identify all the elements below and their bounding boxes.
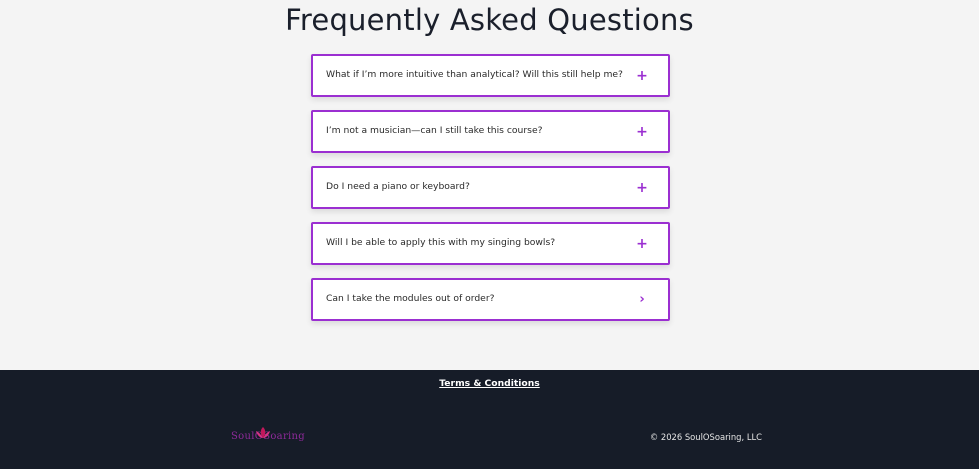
terms-link[interactable]: Terms & Conditions: [439, 378, 539, 389]
terms-container: Terms & Conditions: [0, 378, 979, 389]
lotus-icon: [256, 427, 270, 438]
faq-item[interactable]: Will I be able to apply this with my sin…: [311, 222, 670, 265]
plus-icon[interactable]: +: [635, 179, 649, 197]
faq-question: Do I need a piano or keyboard?: [326, 181, 470, 192]
faq-title: Frequently Asked Questions: [285, 3, 694, 37]
faq-item[interactable]: Can I take the modules out of order? ›: [311, 278, 670, 321]
faq-item[interactable]: What if I’m more intuitive than analytic…: [311, 54, 670, 97]
faq-question: I’m not a musician—can I still take this…: [326, 125, 543, 136]
faq-question: Will I be able to apply this with my sin…: [326, 237, 556, 248]
faq-question: Can I take the modules out of order?: [326, 293, 495, 304]
faq-question: What if I’m more intuitive than analytic…: [326, 69, 623, 80]
chevron-right-icon[interactable]: ›: [635, 291, 649, 309]
footer: Terms & Conditions SoulOSoaring © 2026 S…: [0, 370, 979, 469]
plus-icon[interactable]: +: [635, 123, 649, 141]
faq-item[interactable]: Do I need a piano or keyboard? +: [311, 166, 670, 209]
faq-section: Frequently Asked Questions What if I’m m…: [0, 0, 979, 370]
logo[interactable]: SoulOSoaring: [231, 427, 315, 448]
copyright: © 2026 SoulOSoaring, LLC: [649, 432, 762, 442]
faq-item[interactable]: I’m not a musician—can I still take this…: [311, 110, 670, 153]
plus-icon[interactable]: +: [635, 67, 649, 85]
plus-icon[interactable]: +: [635, 235, 649, 253]
page: Frequently Asked Questions What if I’m m…: [0, 0, 979, 469]
faq-list: What if I’m more intuitive than analytic…: [311, 54, 670, 334]
